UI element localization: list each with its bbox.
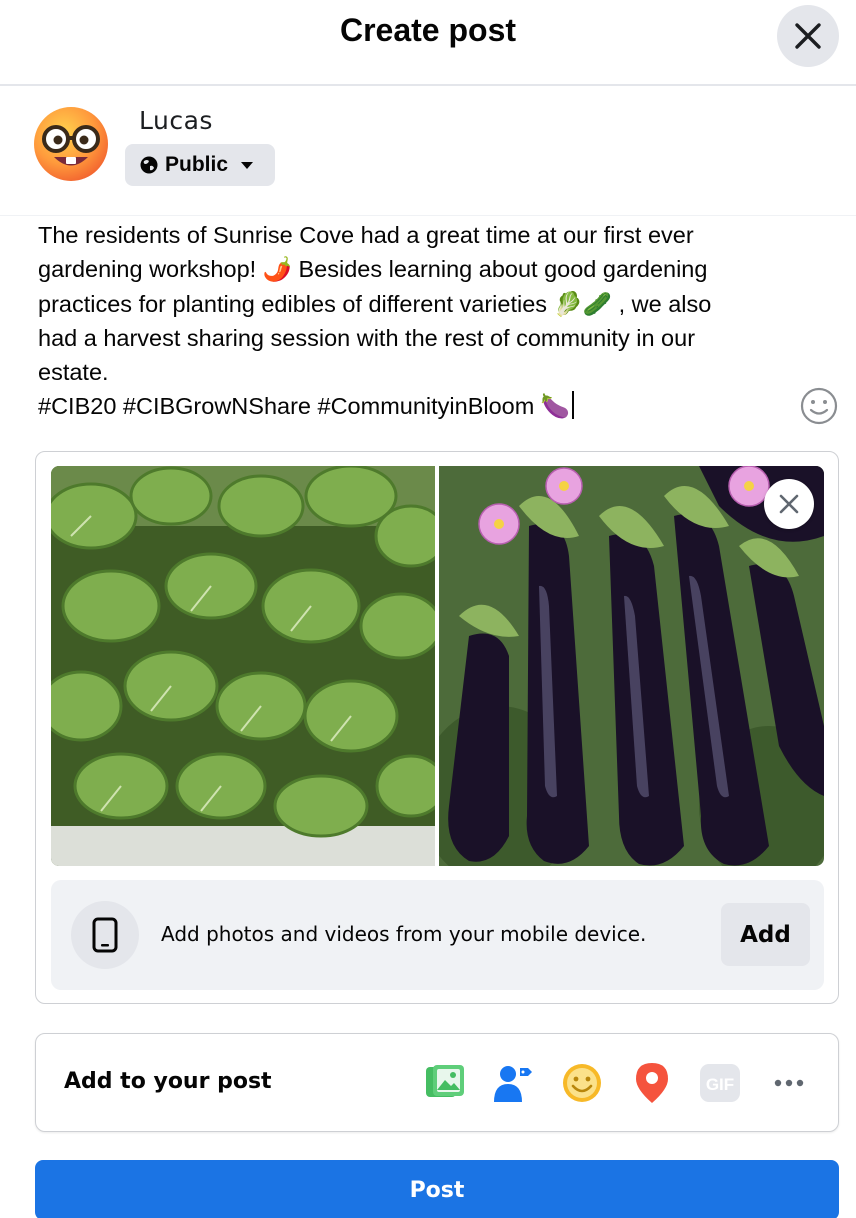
mobile-upload-prompt: Add photos and videos from your mobile d… [161, 922, 647, 946]
post-text-line: estate. [38, 359, 109, 386]
media-attachment-box: Add photos and videos from your mobile d… [35, 451, 839, 1004]
photo-video-icon [426, 1065, 464, 1097]
author-name[interactable]: Lucas [139, 106, 213, 135]
post-text-line-hashtags: #CIB20 #CIBGrowNShare #CommunityinBloom … [38, 389, 798, 423]
close-icon [795, 23, 821, 49]
post-text-editor[interactable]: The residents of Sunrise Cove had a grea… [38, 218, 798, 424]
photo-pak-choi[interactable] [51, 466, 448, 866]
gif-icon: GIF [700, 1064, 740, 1102]
close-icon [779, 494, 799, 514]
post-text-line: practices for planting edibles of differ… [38, 290, 712, 317]
author-row: Lucas Public [0, 86, 856, 216]
photo-video-button[interactable] [422, 1061, 468, 1105]
post-text-line: The residents of Sunrise Cove had a grea… [38, 222, 694, 248]
avatar[interactable] [30, 102, 112, 184]
add-to-post-label: Add to your post [64, 1069, 272, 1094]
check-in-button[interactable] [629, 1061, 675, 1105]
feeling-activity-icon [563, 1064, 601, 1102]
tag-people-icon [494, 1066, 532, 1102]
add-from-mobile-row: Add photos and videos from your mobile d… [51, 880, 824, 990]
nerd-face-avatar-icon [34, 107, 108, 181]
post-text-line: gardening workshop! 🌶️ Besides learning … [38, 256, 708, 283]
text-cursor [572, 391, 575, 420]
remove-photos-button[interactable] [764, 479, 814, 529]
photo-grid [51, 466, 824, 866]
post-button[interactable]: Post [35, 1160, 839, 1218]
smiley-icon [800, 387, 838, 425]
svg-text:GIF: GIF [706, 1075, 734, 1094]
post-text-line: had a harvest sharing session with the r… [38, 324, 696, 351]
photo-eggplants[interactable] [419, 466, 824, 866]
feeling-activity-button[interactable] [559, 1061, 605, 1105]
check-in-icon [636, 1063, 668, 1103]
emoji-button[interactable] [799, 386, 839, 426]
mobile-device-icon-wrap [71, 901, 139, 969]
caret-down-icon [241, 162, 254, 169]
gif-button[interactable]: GIF [697, 1061, 743, 1105]
hashtags-text: #CIB20 #CIBGrowNShare #CommunityinBloom … [38, 393, 571, 420]
dialog-header: Create post [0, 0, 856, 86]
mobile-phone-icon [92, 917, 118, 953]
close-button[interactable] [777, 5, 839, 67]
add-to-post-bar: Add to your post GIF [35, 1033, 839, 1132]
more-options-button[interactable] [766, 1061, 812, 1105]
more-icon [774, 1079, 804, 1087]
audience-label: Public [165, 153, 229, 176]
globe-icon [140, 156, 158, 174]
audience-selector[interactable]: Public [125, 144, 275, 186]
dialog-title: Create post [339, 12, 517, 48]
tag-people-button[interactable] [489, 1061, 535, 1105]
add-from-mobile-button[interactable]: Add [721, 903, 810, 966]
